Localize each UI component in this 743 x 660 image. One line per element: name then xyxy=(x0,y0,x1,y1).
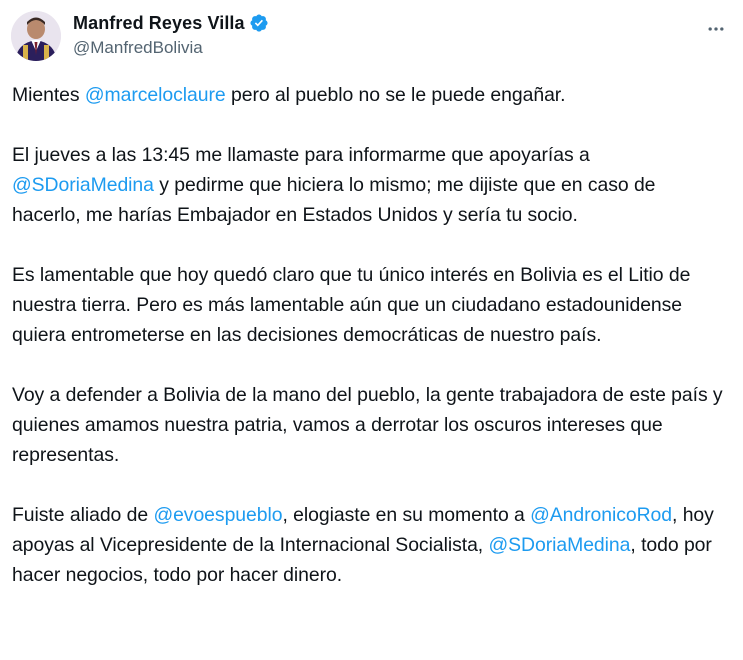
tweet-text: Mientes @marceloclaure pero al pueblo no… xyxy=(12,80,727,590)
author-handle[interactable]: @ManfredBolivia xyxy=(73,38,269,58)
text-segment: Voy a defender a Bolivia de la mano del … xyxy=(12,384,723,466)
verified-badge-icon[interactable] xyxy=(249,13,269,33)
mention-link[interactable]: @marceloclaure xyxy=(85,84,226,106)
tweet-paragraph-4: Voy a defender a Bolivia de la mano del … xyxy=(12,380,727,470)
text-segment: Es lamentable que hoy quedó claro que tu… xyxy=(12,264,691,346)
more-options-button[interactable] xyxy=(701,14,731,44)
tweet-paragraph-1: Mientes @marceloclaure pero al pueblo no… xyxy=(12,80,727,110)
tweet-paragraph-3: Es lamentable que hoy quedó claro que tu… xyxy=(12,260,727,350)
text-segment: , elogiaste en su momento a xyxy=(282,504,531,526)
text-segment: Mientes xyxy=(12,84,85,106)
tweet-header: Manfred Reyes Villa @ManfredBolivia xyxy=(10,10,733,62)
text-segment: El jueves a las 13:45 me llamaste para i… xyxy=(12,144,590,166)
author-names: Manfred Reyes Villa @ManfredBolivia xyxy=(73,10,269,58)
tweet-paragraph-5: Fuiste aliado de @evoespueblo, elogiaste… xyxy=(12,500,727,590)
mention-link[interactable]: @evoespueblo xyxy=(153,504,282,526)
display-name-row: Manfred Reyes Villa xyxy=(73,10,269,36)
more-horizontal-icon xyxy=(708,27,724,31)
mention-link[interactable]: @SDoriaMedina xyxy=(12,174,154,196)
display-name[interactable]: Manfred Reyes Villa xyxy=(73,13,245,34)
avatar[interactable] xyxy=(11,11,61,61)
text-segment: pero al pueblo no se le puede engañar. xyxy=(225,84,566,106)
profile-photo xyxy=(11,11,61,61)
tweet-paragraph-2: El jueves a las 13:45 me llamaste para i… xyxy=(12,140,727,230)
tweet-card: Manfred Reyes Villa @ManfredBolivia Mien… xyxy=(0,0,743,660)
mention-link[interactable]: @AndronicoRod xyxy=(530,504,672,526)
text-segment: Fuiste aliado de xyxy=(12,504,154,526)
mention-link[interactable]: @SDoriaMedina xyxy=(488,534,630,556)
